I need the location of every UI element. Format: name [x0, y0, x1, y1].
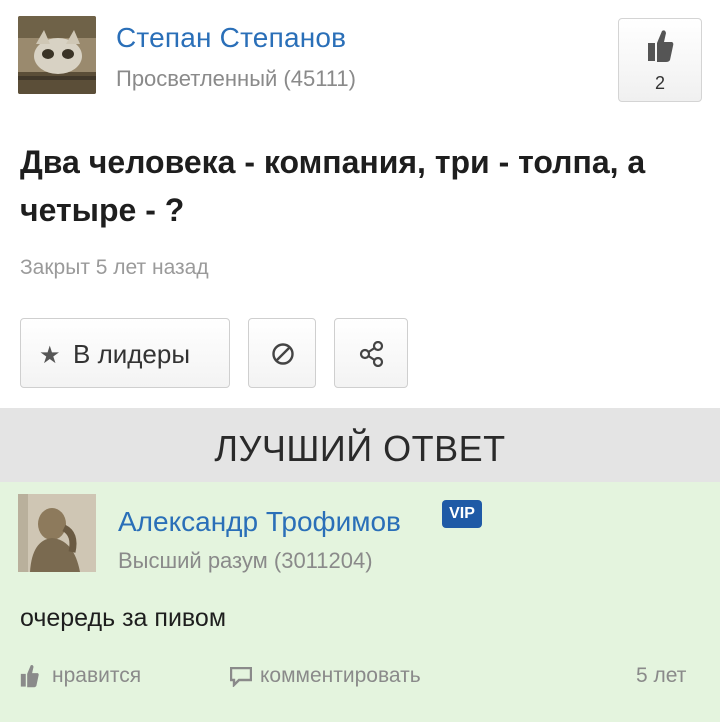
to-leaders-button[interactable]: ★ В лидеры	[20, 318, 230, 388]
report-button[interactable]	[248, 318, 316, 388]
thumbs-up-icon	[648, 30, 674, 62]
like-count: 2	[654, 73, 665, 93]
vip-badge: VIP	[442, 500, 482, 528]
answer-author-avatar[interactable]	[18, 494, 96, 572]
answer-time: 5 лет	[636, 664, 687, 687]
answer-like-label: нравится	[52, 664, 142, 687]
author-rank: Просветленный (45111)	[116, 66, 356, 91]
answer-author-name-link[interactable]: Александр Трофимов	[118, 506, 401, 538]
best-answer-header: ЛУЧШИЙ ОТВЕТ	[0, 408, 720, 482]
question-title: Два человека - компания, три - толпа, а …	[20, 144, 646, 228]
question-status: Закрыт 5 лет назад	[20, 256, 209, 279]
to-leaders-label: В лидеры	[73, 339, 191, 369]
thumbs-up-icon	[20, 664, 39, 688]
share-button[interactable]	[334, 318, 408, 388]
best-answer-title: ЛУЧШИЙ ОТВЕТ	[214, 428, 506, 469]
like-button[interactable]: 2	[618, 18, 702, 102]
question-card: Степан Степанов Просветленный (45111) 2 …	[0, 0, 720, 408]
answer-comment-label: комментировать	[260, 664, 421, 687]
answer-author-rank: Высший разум (3011204)	[118, 548, 373, 573]
answer-text: очередь за пивом	[20, 604, 227, 632]
comment-icon	[230, 667, 252, 687]
block-icon	[272, 343, 294, 365]
question-author: Степан Степанов Просветленный (45111)	[18, 16, 708, 96]
author-avatar[interactable]	[18, 16, 96, 94]
best-answer-card: Александр Трофимов VIP Высший разум (301…	[0, 482, 720, 722]
author-name-link[interactable]: Степан Степанов	[116, 22, 346, 54]
star-icon: ★	[39, 342, 61, 369]
share-icon	[359, 341, 384, 367]
